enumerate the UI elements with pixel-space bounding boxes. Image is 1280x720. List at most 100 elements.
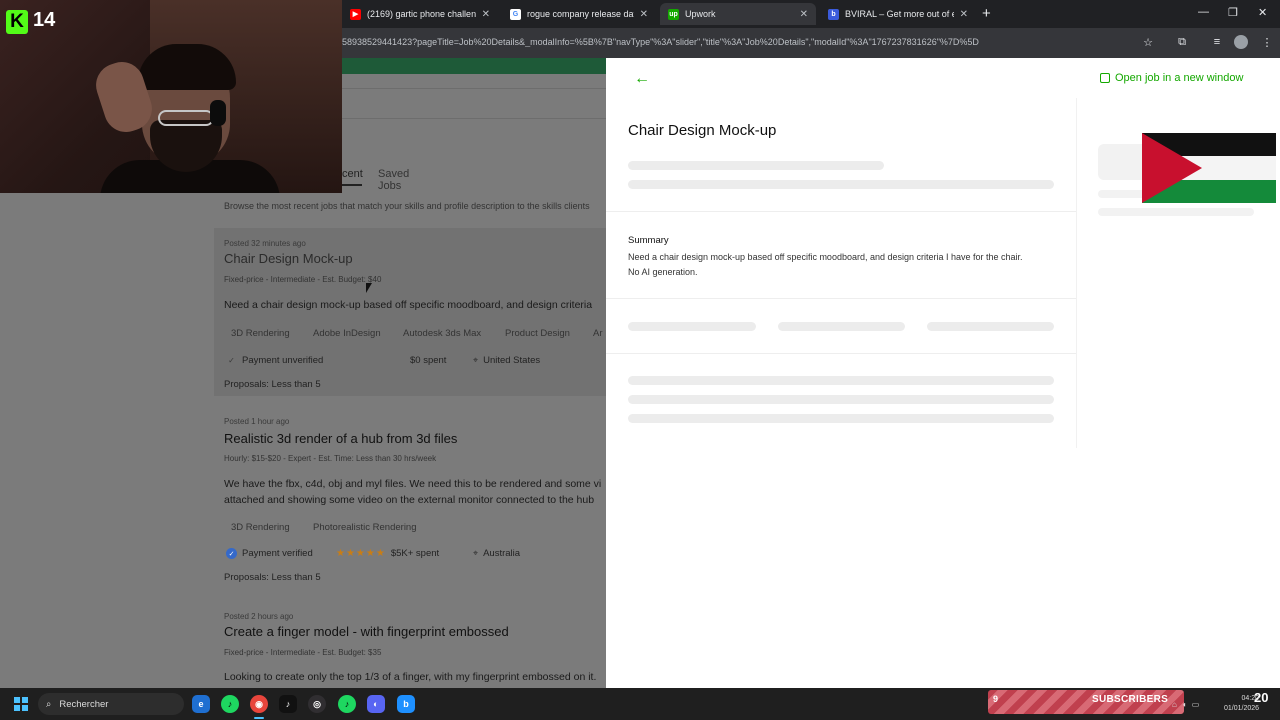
close-tab-icon[interactable]: ✕ (800, 9, 808, 20)
subscriber-badge: 9 (993, 694, 999, 704)
payment-status: ✓ Payment unverified (226, 355, 323, 366)
proposals-count: Proposals: Less than 5 (224, 572, 321, 583)
client-location: ⌖ United States (473, 355, 540, 366)
taskbar-clock[interactable]: 04:20 01/01/2026 (1224, 694, 1259, 714)
job-meta: Hourly: $15-$20 - Expert - Est. Time: Le… (224, 454, 437, 463)
close-window-button[interactable]: ✕ (1258, 6, 1267, 19)
kick-logo: K (6, 10, 28, 34)
job-description: Looking to create only the top 1/3 of a … (224, 671, 597, 683)
job-title[interactable]: Create a finger model - with fingerprint… (224, 624, 509, 639)
profile-avatar[interactable] (1234, 35, 1248, 49)
close-tab-icon[interactable]: ✕ (960, 9, 968, 20)
extensions-icon[interactable]: ⧉ (1175, 35, 1189, 49)
upwork-header-strip (342, 58, 606, 74)
subscribers-label: SUBSCRIBERS (1092, 694, 1169, 705)
job-card[interactable]: Posted 1 hour ago Realistic 3d render of… (214, 406, 606, 586)
proposals-count: Proposals: Less than 5 (224, 379, 321, 390)
job-title[interactable]: Realistic 3d render of a hub from 3d fil… (224, 431, 457, 446)
search-icon: ⌕ (46, 698, 52, 710)
modal-job-title: Chair Design Mock-up (628, 122, 777, 139)
spotify-icon[interactable]: ♪ (221, 695, 239, 713)
close-tab-icon[interactable]: ✕ (482, 9, 490, 20)
flag-overlay (1142, 133, 1276, 203)
loading-skeleton (778, 322, 905, 331)
tab-most-recent[interactable]: cent (342, 168, 363, 180)
back-arrow-icon[interactable]: ← (634, 70, 650, 88)
skill-tag[interactable]: Adobe InDesign (313, 328, 381, 339)
job-description: attached and showing some video on the e… (224, 494, 595, 506)
skill-tag[interactable]: Ar (593, 328, 603, 339)
chrome-icon[interactable]: ◉ (250, 695, 268, 713)
tiktok-icon[interactable]: ♪ (279, 695, 297, 713)
palestine-flag-icon (1142, 133, 1276, 203)
headset-icon (210, 100, 226, 126)
spent-label: $5K+ spent (390, 548, 440, 559)
payment-status: ✓ Payment verified (226, 548, 313, 559)
loading-skeleton (628, 376, 1054, 385)
taskbar-search[interactable]: ⌕ Rechercher (38, 693, 184, 715)
minimize-button[interactable]: — (1198, 6, 1209, 18)
posted-time: Posted 2 hours ago (224, 612, 294, 621)
verified-icon: ✓ (226, 548, 237, 559)
new-tab-button[interactable]: + (982, 5, 991, 22)
url-input[interactable]: 58938529441423?pageTitle=Job%20Details&_… (342, 37, 1042, 47)
skill-tag[interactable]: 3D Rendering (231, 328, 290, 339)
loading-skeleton (1098, 208, 1254, 216)
menu-icon[interactable]: ⋮ (1260, 35, 1274, 49)
media-control-icon[interactable]: ≡ (1210, 35, 1224, 49)
tab-saved-jobs[interactable]: Saved Jobs (378, 168, 409, 192)
loading-skeleton (628, 180, 1054, 189)
windows-start-icon[interactable] (14, 697, 28, 711)
tab-title: rogue company release date - (527, 9, 634, 19)
job-meta: Fixed-price - Intermediate - Est. Budget… (224, 275, 382, 284)
posted-time: Posted 1 hour ago (224, 417, 290, 426)
summary-text: Need a chair design mock-up based off sp… (628, 250, 1068, 280)
job-meta: Fixed-price - Intermediate - Est. Budget… (224, 648, 382, 657)
system-tray[interactable]: ⌂ ◖ ▭ (1172, 700, 1199, 709)
bookmark-star-icon[interactable]: ☆ (1141, 35, 1155, 49)
divider (606, 353, 1076, 354)
clock-time: 04:20 (1241, 695, 1260, 702)
open-job-label: Open job in a new window (1115, 72, 1244, 84)
skill-tag[interactable]: 3D Rendering (231, 522, 290, 533)
google-icon: G (510, 8, 521, 20)
job-description: Need a chair design mock-up based off sp… (224, 299, 593, 311)
skill-tag[interactable]: Autodesk 3ds Max (403, 328, 481, 339)
skill-tag[interactable]: Product Design (505, 328, 570, 339)
divider (342, 118, 606, 119)
job-description: We have the fbx, c4d, obj and myl files.… (224, 478, 602, 490)
open-job-new-window-link[interactable]: Open job in a new window (1100, 72, 1243, 84)
job-card[interactable]: Posted 2 hours ago Create a finger model… (214, 602, 606, 688)
streamer-glasses (158, 110, 214, 126)
tab-title: Upwork (685, 9, 716, 19)
divider (606, 298, 1076, 299)
tab-title: (2169) gartic phone challenge (367, 9, 476, 19)
maximize-button[interactable]: ❐ (1228, 6, 1238, 19)
browser-tab[interactable]: b BVIRAL – Get more out of ever ✕ (820, 3, 976, 25)
payment-label: Payment unverified (242, 355, 324, 366)
bviral-icon[interactable]: b (397, 695, 415, 713)
edge-icon[interactable]: e (192, 695, 210, 713)
location-label: United States (483, 355, 541, 366)
sidebar-divider (1076, 98, 1077, 448)
browser-tab-active[interactable]: up Upwork ✕ (660, 3, 816, 25)
spent-label: $0 spent (410, 355, 447, 366)
browser-tab[interactable]: G rogue company release date - ✕ (502, 3, 656, 25)
loading-skeleton (628, 395, 1054, 404)
job-card[interactable]: Posted 32 minutes ago Chair Design Mock-… (214, 228, 606, 396)
job-title[interactable]: Chair Design Mock-up (224, 251, 353, 266)
summary-line: No AI generation. (628, 267, 698, 277)
upwork-icon: up (668, 8, 679, 20)
spotify-icon[interactable]: ♪ (338, 695, 356, 713)
close-tab-icon[interactable]: ✕ (640, 9, 648, 20)
skill-tag[interactable]: Photorealistic Rendering (313, 522, 417, 533)
discord-icon[interactable]: ◐ (367, 695, 385, 713)
location-pin-icon: ⌖ (473, 548, 479, 558)
tab-title: BVIRAL – Get more out of ever (845, 9, 954, 19)
obs-icon[interactable]: ◎ (308, 695, 326, 713)
bviral-icon: b (828, 8, 839, 20)
active-app-indicator (254, 717, 264, 719)
browser-tab[interactable]: ▶ (2169) gartic phone challenge ✕ (342, 3, 498, 25)
location-pin-icon: ⌖ (473, 355, 479, 365)
mouse-cursor-icon (366, 283, 372, 293)
